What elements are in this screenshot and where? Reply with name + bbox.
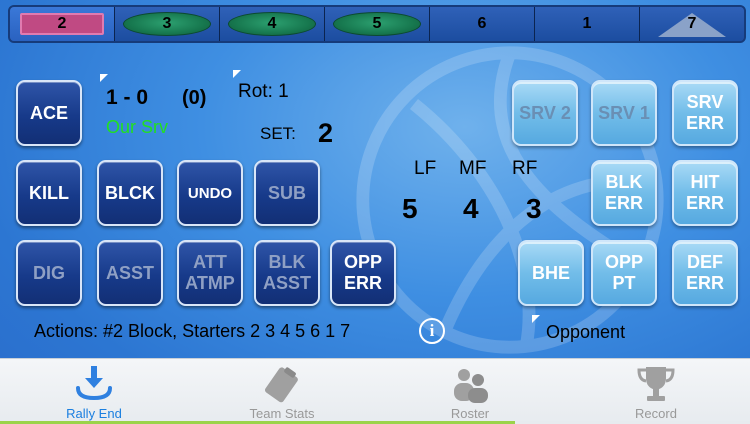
tab-rally-end[interactable]: Rally End bbox=[0, 359, 188, 424]
rotation-label[interactable]: Rot: 1 bbox=[238, 81, 289, 103]
block-error-button[interactable]: BLK ERR bbox=[591, 160, 657, 226]
lineup-slot[interactable]: 3 bbox=[115, 7, 220, 41]
score-corner-marker bbox=[100, 74, 108, 82]
front-row-header-lf: LF bbox=[414, 158, 437, 179]
trophy-icon bbox=[637, 367, 675, 401]
front-row-player-rf[interactable]: 3 bbox=[526, 193, 542, 225]
info-icon[interactable]: i bbox=[419, 318, 445, 344]
hit-error-button[interactable]: HIT ERR bbox=[672, 160, 738, 226]
sub-button[interactable]: SUB bbox=[254, 160, 320, 226]
kill-button[interactable]: KILL bbox=[16, 160, 82, 226]
set-label: SET: bbox=[260, 124, 296, 143]
front-row-player-lf[interactable]: 5 bbox=[402, 193, 418, 225]
dig-button[interactable]: DIG bbox=[16, 240, 82, 306]
tab-bar: Rally End Team Stats Roster Record bbox=[0, 358, 750, 424]
tab-label: Rally End bbox=[66, 406, 122, 421]
lineup-slot[interactable]: 5 bbox=[325, 7, 430, 41]
tab-label: Roster bbox=[450, 406, 490, 421]
tab-team-stats[interactable]: Team Stats bbox=[188, 359, 376, 424]
serve-status: Our Srv bbox=[106, 117, 169, 137]
rotation-corner-marker bbox=[233, 70, 241, 78]
actions-log: Actions: #2 Block, Starters 2 3 4 5 6 1 … bbox=[34, 321, 351, 341]
block-assist-button[interactable]: BLK ASST bbox=[254, 240, 320, 306]
set-number: 2 bbox=[318, 118, 334, 148]
ace-button[interactable]: ACE bbox=[16, 80, 82, 146]
opponent-label[interactable]: Opponent bbox=[546, 322, 625, 343]
tab-label: Record bbox=[635, 406, 677, 421]
block-button[interactable]: BLCK bbox=[97, 160, 163, 226]
attack-attempt-button[interactable]: ATT ATMP bbox=[177, 240, 243, 306]
tab-record[interactable]: Record bbox=[562, 359, 750, 424]
opponent-point-button[interactable]: OPP PT bbox=[591, 240, 657, 306]
opponent-error-button[interactable]: OPP ERR bbox=[330, 240, 396, 306]
serve-1-button[interactable]: SRV 1 bbox=[591, 80, 657, 146]
opponent-corner-marker bbox=[532, 315, 540, 323]
defense-error-button[interactable]: DEF ERR bbox=[672, 240, 738, 306]
rally-end-icon bbox=[76, 366, 112, 401]
volleyball-watermark bbox=[356, 46, 664, 354]
clipboard-icon bbox=[264, 367, 298, 403]
ball-handling-error-button[interactable]: BHE bbox=[518, 240, 584, 306]
lineup-slot[interactable]: 4 bbox=[220, 7, 325, 41]
lineup-slot[interactable]: 1 bbox=[535, 7, 640, 41]
lineup-slot[interactable]: 6 bbox=[430, 7, 535, 41]
lineup-slot[interactable]: 7 bbox=[640, 7, 744, 41]
people-icon bbox=[454, 369, 488, 403]
tab-label: Team Stats bbox=[249, 406, 315, 421]
front-row-header-mf: MF bbox=[459, 158, 487, 179]
lineup-strip: 2 3 4 5 6 1 7 bbox=[8, 5, 746, 43]
score-value: 1 - 0 bbox=[106, 86, 149, 109]
serve-2-button[interactable]: SRV 2 bbox=[512, 80, 578, 146]
assist-button[interactable]: ASST bbox=[97, 240, 163, 306]
lineup-slot[interactable]: 2 bbox=[10, 7, 115, 41]
front-row-player-mf[interactable]: 4 bbox=[463, 193, 479, 225]
front-row-header-rf: RF bbox=[512, 158, 538, 179]
sets-won: (0) bbox=[182, 87, 207, 109]
tab-roster[interactable]: Roster bbox=[376, 359, 564, 424]
undo-button[interactable]: UNDO bbox=[177, 160, 243, 226]
serve-error-button[interactable]: SRV ERR bbox=[672, 80, 738, 146]
